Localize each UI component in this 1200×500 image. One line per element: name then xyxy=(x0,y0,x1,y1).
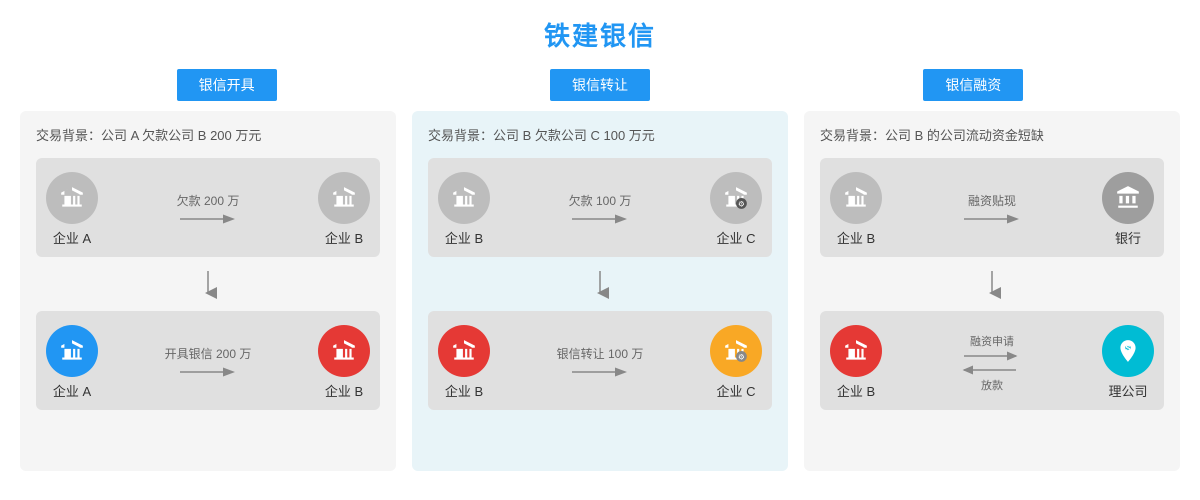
col3-top-arrow: 融资贴现 xyxy=(896,192,1088,227)
col3-bottom-to-label: 理公司 xyxy=(1108,381,1147,400)
col3-context: 交易背景：公司 B 的公司流动资金短缺 xyxy=(820,125,1164,144)
col2-bottom-from-label: 企业 B xyxy=(445,381,483,400)
col3-arrow-down-text: 放款 xyxy=(981,377,1003,393)
col2-context: 交易背景：公司 B 欠款公司 C 100 万元 xyxy=(428,125,772,144)
svg-text:⚙: ⚙ xyxy=(738,200,745,209)
svg-text:$: $ xyxy=(1126,343,1131,353)
col3-bottom-arrow: 融资申请 放款 xyxy=(896,333,1088,393)
col1-bottom-entities: 企业 A 开具银信 200 万 企业 B xyxy=(46,325,370,400)
col1-bottom-arrow-text: 开具银信 200 万 xyxy=(165,345,252,362)
col2-top-from: 企业 B xyxy=(438,172,490,247)
col1-top-from-label: 企业 A xyxy=(53,228,91,247)
col1-bottom-from-label: 企业 A xyxy=(53,381,91,400)
col2-top-arrow: 欠款 100 万 xyxy=(504,192,696,227)
col2-top-arrow-svg xyxy=(570,211,630,227)
col2-bottom-arrow-text: 银信转让 100 万 xyxy=(557,345,644,362)
col3-top-from-icon xyxy=(830,172,882,224)
col1-down-arrow xyxy=(36,267,380,301)
col1-bottom-flow: 企业 A 开具银信 200 万 企业 B xyxy=(36,311,380,410)
col3-top-arrow-svg xyxy=(962,211,1022,227)
col3-down-arrow-svg xyxy=(980,269,1004,299)
col3-top-from: 企业 B xyxy=(830,172,882,247)
col3-bottom-to-icon: $ xyxy=(1102,325,1154,377)
col2-bottom-entities: 企业 B 银信转让 100 万 ⚙ 企业 C xyxy=(438,325,762,400)
col2-top-arrow-text: 欠款 100 万 xyxy=(569,192,632,209)
col2-bottom-flow: 企业 B 银信转让 100 万 ⚙ 企业 C xyxy=(428,311,772,410)
col2-bottom-to-label: 企业 C xyxy=(716,381,755,400)
columns-container: 交易背景：公司 A 欠款公司 B 200 万元 企业 A 欠款 200 万 xyxy=(0,111,1200,471)
col2-top-to-label: 企业 C xyxy=(716,228,755,247)
col3-top-from-label: 企业 B xyxy=(837,228,875,247)
col1-bottom-from-icon xyxy=(46,325,98,377)
tab-yinxin-zhuanrang[interactable]: 银信转让 xyxy=(550,69,650,101)
col2-bottom-arrow: 银信转让 100 万 xyxy=(504,345,696,380)
col1-top-to: 企业 B xyxy=(318,172,370,247)
col3-arrow-down-svg xyxy=(962,363,1022,377)
col2-bottom-to-icon: ⚙ xyxy=(710,325,762,377)
col1-top-flow: 企业 A 欠款 200 万 企业 B xyxy=(36,158,380,257)
col1-top-from-icon xyxy=(46,172,98,224)
col1-top-arrow-text: 欠款 200 万 xyxy=(177,192,240,209)
col2-bottom-arrow-svg xyxy=(570,364,630,380)
tab-yinxin-rongzi[interactable]: 银信融资 xyxy=(923,69,1023,101)
col3-double-arrow: 融资申请 放款 xyxy=(962,333,1022,393)
tab-yinxin-kaiju[interactable]: 银信开具 xyxy=(177,69,277,101)
col1-top-entities: 企业 A 欠款 200 万 企业 B xyxy=(46,172,370,247)
col3-top-flow: 企业 B 融资贴现 银行 xyxy=(820,158,1164,257)
col3-top-to: 银行 xyxy=(1102,172,1154,247)
col3-bottom-flow: 企业 B 融资申请 放款 $ 理公司 xyxy=(820,311,1164,410)
col2-top-to: ⚙ 企业 C xyxy=(710,172,762,247)
col2-top-to-icon: ⚙ xyxy=(710,172,762,224)
col3-bottom-from-label: 企业 B xyxy=(837,381,875,400)
col1-bottom-to: 企业 B xyxy=(318,325,370,400)
column-1: 交易背景：公司 A 欠款公司 B 200 万元 企业 A 欠款 200 万 xyxy=(20,111,396,471)
col1-context: 交易背景：公司 A 欠款公司 B 200 万元 xyxy=(36,125,380,144)
col1-top-from: 企业 A xyxy=(46,172,98,247)
col3-bottom-to: $ 理公司 xyxy=(1102,325,1154,400)
col2-bottom-to: ⚙ 企业 C xyxy=(710,325,762,400)
col1-top-to-icon xyxy=(318,172,370,224)
col1-top-arrow: 欠款 200 万 xyxy=(112,192,304,227)
col1-bottom-arrow-svg xyxy=(178,364,238,380)
col2-top-from-label: 企业 B xyxy=(445,228,483,247)
col1-top-arrow-svg xyxy=(178,211,238,227)
col3-bottom-from-icon xyxy=(830,325,882,377)
tab-row: 银信开具 银信转让 银信融资 xyxy=(0,63,1200,111)
column-3: 交易背景：公司 B 的公司流动资金短缺 企业 B 融资贴现 银 xyxy=(804,111,1180,471)
col3-top-arrow-text: 融资贴现 xyxy=(968,192,1016,209)
col3-bottom-from: 企业 B xyxy=(830,325,882,400)
page-title: 铁建银信 xyxy=(0,0,1200,63)
col2-down-arrow-svg xyxy=(588,269,612,299)
col2-bottom-from-icon xyxy=(438,325,490,377)
col2-top-flow: 企业 B 欠款 100 万 ⚙ 企业 C xyxy=(428,158,772,257)
column-2: 交易背景：公司 B 欠款公司 C 100 万元 企业 B 欠款 100 万 ⚙ xyxy=(412,111,788,471)
svg-text:⚙: ⚙ xyxy=(738,353,745,362)
col2-bottom-from: 企业 B xyxy=(438,325,490,400)
col3-top-to-icon xyxy=(1102,172,1154,224)
col3-top-entities: 企业 B 融资贴现 银行 xyxy=(830,172,1154,247)
col1-bottom-arrow: 开具银信 200 万 xyxy=(112,345,304,380)
col2-top-entities: 企业 B 欠款 100 万 ⚙ 企业 C xyxy=(438,172,762,247)
col1-down-arrow-svg xyxy=(196,269,220,299)
col3-bottom-entities: 企业 B 融资申请 放款 $ 理公司 xyxy=(830,325,1154,400)
col3-arrow-up-svg xyxy=(962,349,1022,363)
col1-bottom-from: 企业 A xyxy=(46,325,98,400)
col3-arrow-up-text: 融资申请 xyxy=(970,333,1014,349)
col1-top-to-label: 企业 B xyxy=(325,228,363,247)
col1-bottom-to-icon xyxy=(318,325,370,377)
col1-bottom-to-label: 企业 B xyxy=(325,381,363,400)
col3-top-to-label: 银行 xyxy=(1115,228,1141,247)
col3-down-arrow xyxy=(820,267,1164,301)
col2-down-arrow xyxy=(428,267,772,301)
col2-top-from-icon xyxy=(438,172,490,224)
